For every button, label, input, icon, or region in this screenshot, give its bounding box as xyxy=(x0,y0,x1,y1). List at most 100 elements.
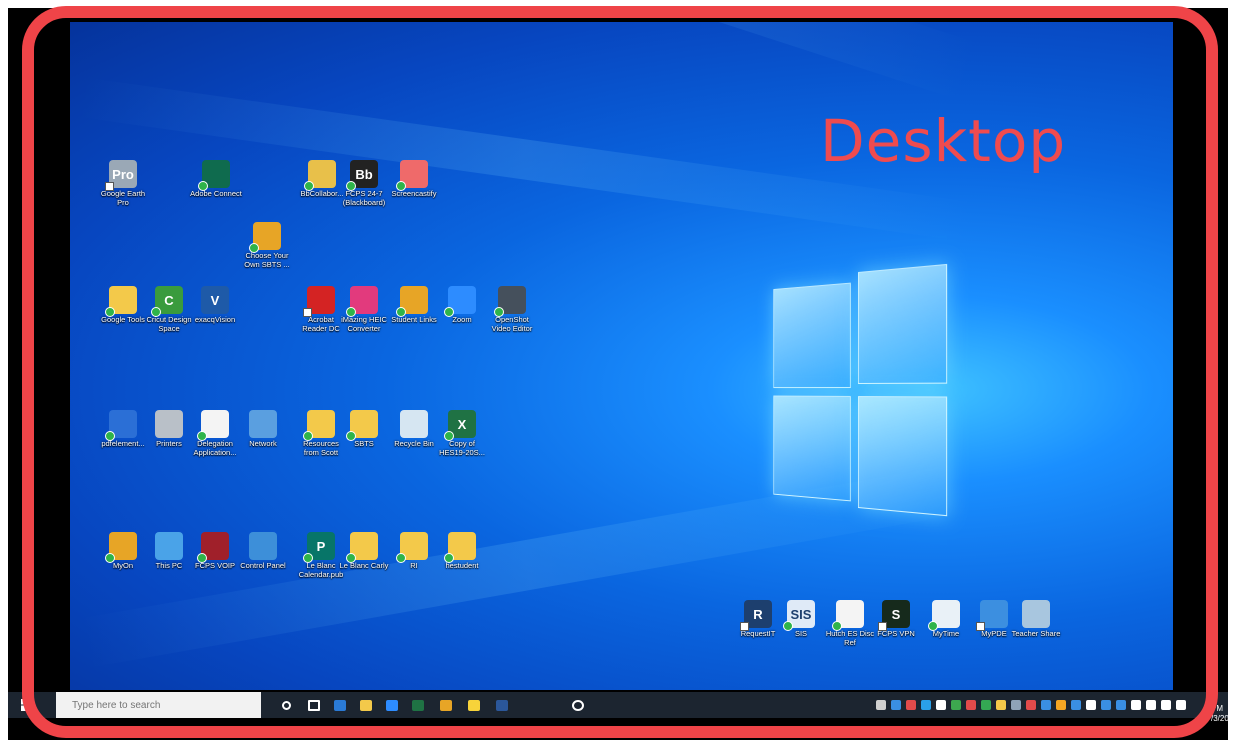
sync-check-icon xyxy=(151,307,161,317)
windows-start-icon[interactable] xyxy=(16,696,38,714)
desktop-icon[interactable]: Recycle Bin xyxy=(388,410,440,449)
desktop-icon[interactable]: Control Panel xyxy=(237,532,289,571)
taskbar-search-input[interactable] xyxy=(56,692,261,718)
desktop-icon-label: Screencastify xyxy=(391,189,437,198)
file-explorer-icon[interactable] xyxy=(358,696,374,714)
desktop-icon[interactable]: OpenShot Video Editor xyxy=(486,286,538,333)
desktop-icon[interactable]: Student Links xyxy=(388,286,440,325)
tray-icon[interactable] xyxy=(906,700,916,710)
desktop-icon[interactable]: VexacqVision xyxy=(189,286,241,325)
desktop-icon[interactable]: RI xyxy=(388,532,440,571)
settings-icon-glyph xyxy=(572,699,584,711)
shortcut-arrow-icon xyxy=(740,622,749,631)
tray-icon[interactable] xyxy=(921,700,931,710)
desktop-icon[interactable]: X Copy of HES19-20S... xyxy=(436,410,488,457)
tray-icon[interactable] xyxy=(891,700,901,710)
desktop-icon[interactable]: Delegation Application... xyxy=(189,410,241,457)
sync-check-icon xyxy=(303,431,313,441)
tray-icon[interactable] xyxy=(876,700,886,710)
desktop-icon[interactable]: MyTime xyxy=(920,600,972,639)
tray-icon[interactable] xyxy=(1056,700,1066,710)
desktop[interactable]: Desktop xyxy=(70,22,1173,690)
openshot-icon xyxy=(494,286,526,317)
excel-icon[interactable] xyxy=(410,696,426,714)
desktop-icon[interactable]: FCPS VOIP xyxy=(189,532,241,571)
tray-icon[interactable] xyxy=(1176,700,1186,710)
tray-icon[interactable] xyxy=(1041,700,1051,710)
desktop-icon[interactable]: Pro Google Earth Pro xyxy=(97,160,149,207)
tray-icon[interactable] xyxy=(1071,700,1081,710)
sync-check-icon xyxy=(197,431,207,441)
word-icon[interactable] xyxy=(494,696,510,714)
desktop-icon[interactable]: SIS SIS xyxy=(775,600,827,639)
acrobat-icon xyxy=(303,286,335,317)
sticky-notes-icon[interactable] xyxy=(466,696,482,714)
tray-icon[interactable] xyxy=(951,700,961,710)
tray-icon[interactable] xyxy=(1146,700,1156,710)
computer-icon xyxy=(155,532,183,560)
outlook-icon-glyph xyxy=(334,699,346,711)
logo-pane xyxy=(858,263,948,384)
desktop-icon-label: FCPS 24-7 (Blackboard) xyxy=(342,189,386,207)
desktop-icon-label: Delegation Application... xyxy=(193,439,237,457)
sync-check-icon xyxy=(444,431,454,441)
desktop-icon-label: This PC xyxy=(155,561,183,570)
printer-icon xyxy=(155,410,183,438)
cricut-icon: C xyxy=(151,286,183,317)
tray-icon[interactable] xyxy=(966,700,976,710)
sync-check-icon xyxy=(304,181,314,191)
desktop-icon[interactable]: Le Blanc Carly xyxy=(338,532,390,571)
desktop-icon-label: FCPS VPN xyxy=(877,629,915,638)
desktop-icon[interactable]: S FCPS VPN xyxy=(870,600,922,639)
folder-icon xyxy=(346,532,378,563)
sync-check-icon xyxy=(783,621,793,631)
task-view-icon[interactable] xyxy=(306,696,322,714)
requestit-icon: R xyxy=(740,600,772,631)
desktop-icon[interactable]: MyOn xyxy=(97,532,149,571)
tray-icon[interactable] xyxy=(936,700,946,710)
recycle-bin-icon xyxy=(400,410,428,438)
desktop-icon[interactable]: SBTS xyxy=(338,410,390,449)
publisher-icon: P xyxy=(303,532,335,563)
desktop-icon[interactable]: iMazing HEIC Converter xyxy=(338,286,390,333)
desktop-icon-label: MyTime xyxy=(932,629,960,638)
desktop-icon[interactable]: Choose Your Own SBTS ... xyxy=(241,222,293,269)
desktop-icon-label: Printers xyxy=(156,439,182,448)
desktop-icon[interactable]: pdfelement... xyxy=(97,410,149,449)
desktop-icon[interactable]: This PC xyxy=(143,532,195,571)
desktop-icon[interactable]: Zoom xyxy=(436,286,488,325)
edge-icon[interactable] xyxy=(384,696,400,714)
desktop-icon[interactable]: Screencastify xyxy=(388,160,440,199)
folder-icon xyxy=(396,532,428,563)
desktop-icon-label: MyOn xyxy=(112,561,133,570)
tray-icon[interactable] xyxy=(1086,700,1096,710)
tray-icon[interactable] xyxy=(981,700,991,710)
desktop-icon[interactable]: Teacher Share xyxy=(1010,600,1062,639)
settings-icon[interactable] xyxy=(570,696,586,714)
desktop-icon-label: pdfelement... xyxy=(101,439,145,448)
tray-icon[interactable] xyxy=(1101,700,1111,710)
desktop-icon[interactable]: hestudent xyxy=(436,532,488,571)
tray-icon[interactable] xyxy=(1131,700,1141,710)
cortana-icon[interactable] xyxy=(278,696,294,714)
tray-icon[interactable] xyxy=(996,700,1006,710)
desktop-icon[interactable]: Google Tools xyxy=(97,286,149,325)
desktop-icon[interactable]: Bb FCPS 24-7 (Blackboard) xyxy=(338,160,390,207)
desktop-icon[interactable]: Hutch ES Disc Ref xyxy=(824,600,876,647)
outlook-icon[interactable] xyxy=(332,696,348,714)
network-icon xyxy=(249,410,277,438)
desktop-icon-label: Adobe Connect xyxy=(190,189,242,198)
desktop-icon[interactable]: Printers xyxy=(143,410,195,449)
tray-icon[interactable] xyxy=(1011,700,1021,710)
tray-icon[interactable] xyxy=(1161,700,1171,710)
taskbar-clock[interactable]: 0 PM /3/2020 xyxy=(1211,694,1228,724)
file-explorer-icon-glyph xyxy=(360,699,372,711)
desktop-icon[interactable]: C Cricut Design Space xyxy=(143,286,195,333)
desktop-icon[interactable]: Adobe Connect xyxy=(190,160,242,199)
tray-icon[interactable] xyxy=(1116,700,1126,710)
chrome-icon[interactable] xyxy=(438,696,454,714)
desktop-icon[interactable]: Network xyxy=(237,410,289,449)
tray-icon[interactable] xyxy=(1026,700,1036,710)
sync-check-icon xyxy=(105,431,115,441)
sync-check-icon xyxy=(105,307,115,317)
